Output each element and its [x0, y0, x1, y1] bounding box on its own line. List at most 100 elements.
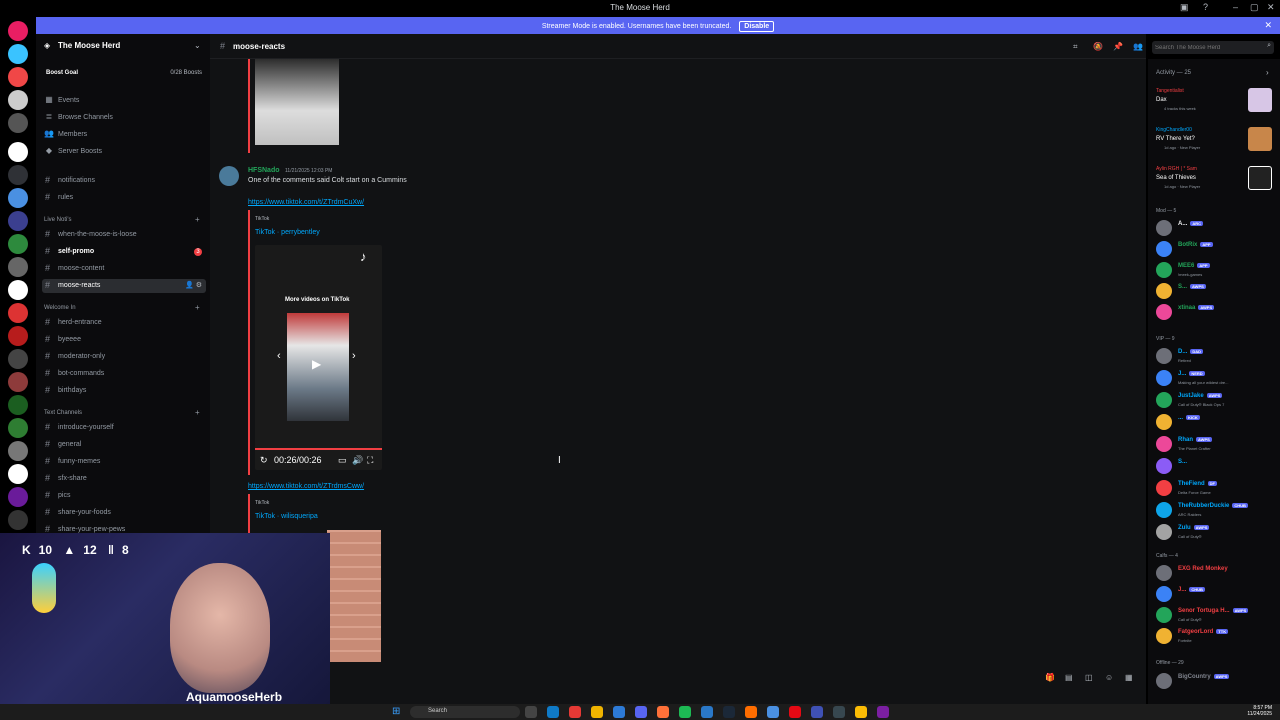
- member-row[interactable]: EXG Red Monkey: [1154, 563, 1276, 583]
- apps-icon[interactable]: ▦: [1125, 673, 1133, 682]
- steam-icon[interactable]: [723, 706, 735, 718]
- edge-icon[interactable]: [547, 706, 559, 718]
- server-icon[interactable]: [8, 349, 28, 369]
- server-icon[interactable]: [8, 372, 28, 392]
- start-icon[interactable]: ⊞: [392, 706, 400, 717]
- member-row[interactable]: Rhan AWPS The Planet Crafter: [1154, 434, 1276, 454]
- server-icon[interactable]: [8, 464, 28, 484]
- channel-funny-memes[interactable]: # funny-memes: [42, 455, 206, 469]
- server-icon[interactable]: [8, 326, 28, 346]
- member-row[interactable]: S... AWPS: [1154, 281, 1276, 301]
- member-row[interactable]: TheFiend DF Delta Force Game: [1154, 478, 1276, 498]
- search-box[interactable]: ⌕: [1152, 41, 1274, 54]
- add-channel-icon[interactable]: +: [195, 408, 200, 417]
- channel-moose-reacts[interactable]: # moose-reacts 👤 ⚙: [42, 279, 206, 293]
- channel-when-the-moose-is-loose[interactable]: # when-the-moose-is-loose: [42, 228, 206, 242]
- help-icon[interactable]: ?: [1203, 2, 1208, 12]
- server-icon[interactable]: [8, 487, 28, 507]
- store-icon[interactable]: [613, 706, 625, 718]
- captions-icon[interactable]: ▭: [338, 455, 347, 466]
- firefox-icon[interactable]: [657, 706, 669, 718]
- channel-settings-icon[interactable]: 👤 ⚙: [185, 281, 202, 289]
- member-row[interactable]: J... NERD Making all your wildest dre...: [1154, 368, 1276, 388]
- next-arrow-icon[interactable]: ›: [352, 350, 356, 362]
- server-icon[interactable]: [8, 234, 28, 254]
- banner-close-icon[interactable]: ✕: [1264, 20, 1272, 31]
- channel-general[interactable]: # general: [42, 438, 206, 452]
- server-icon[interactable]: [8, 303, 28, 323]
- member-row[interactable]: Zulu AWPS Call of Duty®: [1154, 522, 1276, 542]
- server-icon[interactable]: [8, 280, 28, 300]
- nav-members[interactable]: 👥 Members: [44, 128, 204, 142]
- channel-byeeee[interactable]: # byeeee: [42, 333, 206, 347]
- activity-card[interactable]: Aylin RGH | * Sam Sea of Thieves 1d ago …: [1154, 164, 1274, 198]
- embed-author-link[interactable]: TikTok · wilisqueripa: [255, 513, 318, 520]
- member-row[interactable]: J... CHUB: [1154, 584, 1276, 604]
- member-row[interactable]: BigCountry AWPS: [1154, 671, 1276, 691]
- threads-icon[interactable]: ⌗: [1073, 42, 1078, 52]
- server-icon[interactable]: [8, 211, 28, 231]
- server-icon[interactable]: [8, 188, 28, 208]
- activity-card[interactable]: Tangentialist Dax 4 tracks this week: [1154, 86, 1274, 120]
- server-name[interactable]: The Moose Herd: [58, 41, 120, 50]
- embed-video-thumbnail[interactable]: [255, 59, 339, 145]
- channel-moderator-only[interactable]: # moderator-only: [42, 350, 206, 364]
- fullscreen-icon[interactable]: ⛶: [367, 455, 373, 466]
- discord-icon[interactable]: [635, 706, 647, 718]
- app-icon[interactable]: [877, 706, 889, 718]
- inbox-icon[interactable]: ▣: [1180, 2, 1189, 13]
- file-explorer-icon[interactable]: [591, 706, 603, 718]
- member-row[interactable]: ... KICK: [1154, 412, 1276, 432]
- member-row[interactable]: Senor Tortuga H... AWPS Call of Duty®: [1154, 605, 1276, 625]
- disable-streamer-mode-button[interactable]: Disable: [739, 21, 775, 32]
- app-icon[interactable]: [569, 706, 581, 718]
- gift-icon[interactable]: 🎁: [1045, 673, 1055, 682]
- server-icon[interactable]: [8, 395, 28, 415]
- minimize-icon[interactable]: –: [1233, 2, 1238, 12]
- add-channel-icon[interactable]: +: [195, 303, 200, 312]
- member-row[interactable]: A... ARC: [1154, 218, 1276, 238]
- tiktok-video-player[interactable]: ♪ More videos on TikTok ‹ › ▶ ↻ 00:26/00…: [255, 245, 382, 470]
- server-icon[interactable]: [8, 113, 28, 133]
- member-row[interactable]: FatgeorLord TTK Fortnite: [1154, 626, 1276, 646]
- category-welcome-in[interactable]: Welcome In: [44, 305, 76, 311]
- taskbar-search[interactable]: Search: [410, 706, 520, 718]
- spotify-icon[interactable]: [679, 706, 691, 718]
- play-icon[interactable]: ▶: [312, 357, 321, 371]
- notifications-icon[interactable]: 🔕: [1093, 42, 1103, 51]
- server-icon[interactable]: [8, 165, 28, 185]
- volume-icon[interactable]: 🔊: [352, 455, 363, 466]
- replay-icon[interactable]: ↻: [260, 455, 268, 466]
- boost-goal[interactable]: Boost Goal 0/28 Boosts: [44, 68, 204, 80]
- server-icon[interactable]: [8, 510, 28, 530]
- category-live-notis[interactable]: Live Noti's: [44, 217, 72, 223]
- chrome-icon[interactable]: [855, 706, 867, 718]
- channel-pics[interactable]: # pics: [42, 489, 206, 503]
- channel-sfx-share[interactable]: # sfx-share: [42, 472, 206, 486]
- netflix-icon[interactable]: [789, 706, 801, 718]
- video-progress-bar[interactable]: [255, 448, 382, 450]
- tiktok-link-1[interactable]: https://www.tiktok.com/t/ZTrdmCuXw/: [248, 199, 364, 206]
- member-row[interactable]: D... DAD Retired: [1154, 346, 1276, 366]
- server-icon[interactable]: [8, 44, 28, 64]
- gif-icon[interactable]: ▤: [1065, 673, 1073, 682]
- server-icon[interactable]: [8, 441, 28, 461]
- app-icon[interactable]: [811, 706, 823, 718]
- nav-browse-channels[interactable]: ≣ Browse Channels: [44, 111, 204, 125]
- close-window-icon[interactable]: ✕: [1267, 2, 1275, 13]
- app-icon[interactable]: [767, 706, 779, 718]
- member-row[interactable]: JustJake AWPS Call of Duty® Black Ops 7: [1154, 390, 1276, 410]
- taskbar-clock[interactable]: 8:57 PM 11/24/2025: [1247, 705, 1272, 717]
- embed-video-thumbnail[interactable]: [327, 530, 381, 662]
- channel-herd-entrance[interactable]: # herd-entrance: [42, 316, 206, 330]
- tiktok-link-2[interactable]: https://www.tiktok.com/t/ZTrdmsCww/: [248, 483, 364, 490]
- chevron-down-icon[interactable]: ⌄: [194, 41, 201, 50]
- server-icon[interactable]: [8, 67, 28, 87]
- app-icon[interactable]: [745, 706, 757, 718]
- channel-self-promo[interactable]: # self-promo 3: [42, 245, 206, 259]
- server-icon[interactable]: [8, 257, 28, 277]
- server-icon[interactable]: [8, 90, 28, 110]
- server-icon[interactable]: [8, 418, 28, 438]
- nav-server-boosts[interactable]: ◆ Server Boosts: [44, 145, 204, 159]
- member-row[interactable]: TheRubberDuckie CHUB ARC Raiders: [1154, 500, 1276, 520]
